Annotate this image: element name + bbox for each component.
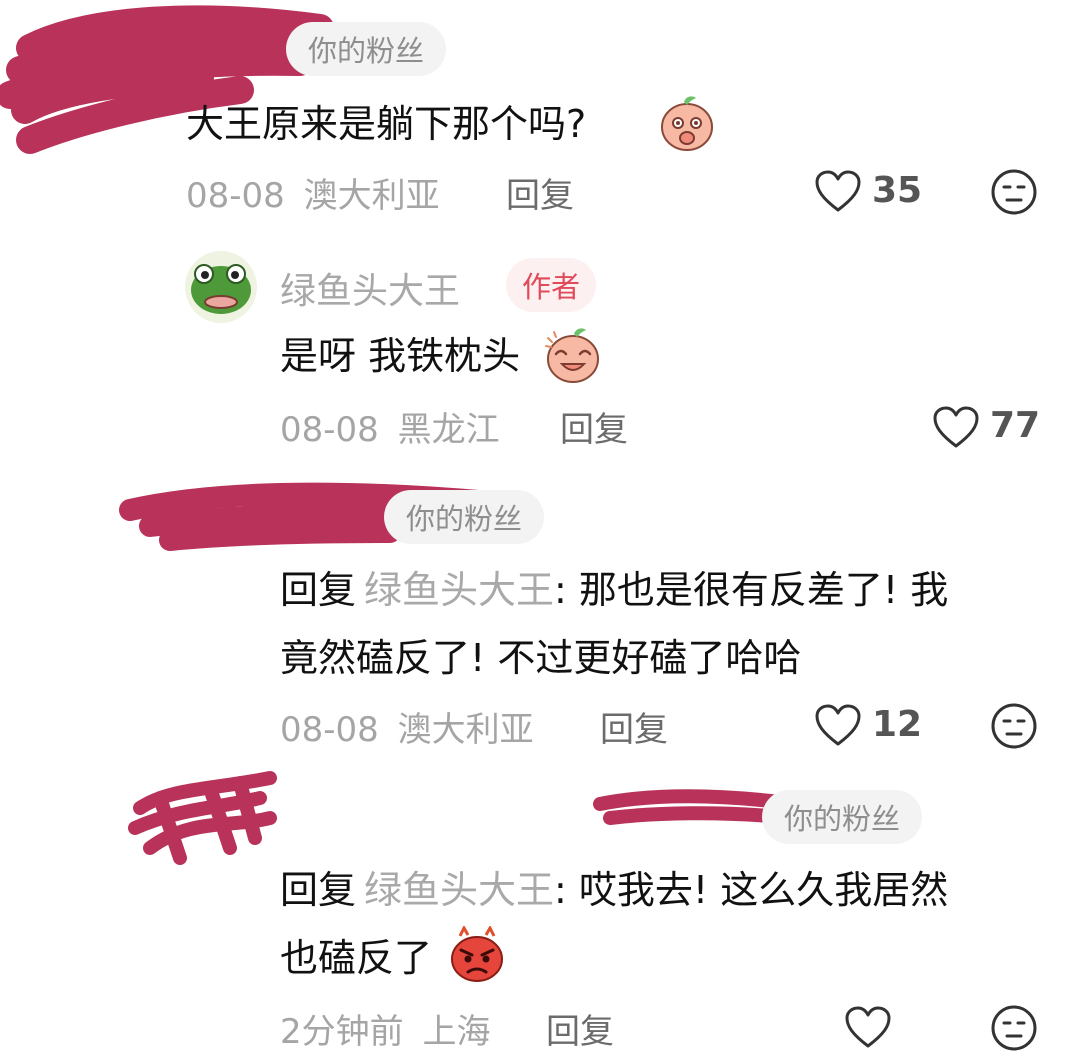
username[interactable]: 绿鱼头大王 [280, 262, 460, 314]
mention-username[interactable]: 绿鱼头大王 [364, 568, 554, 612]
reply-prefix: 回复 [280, 868, 357, 912]
comment-date: 08-08 [186, 176, 285, 216]
redacted-username-scribble [593, 789, 787, 825]
comment-meta: 2分钟前 上海 [280, 1004, 490, 1053]
comment-date: 08-08 [280, 710, 379, 750]
comment-date: 08-08 [280, 410, 379, 450]
peach-grin-emoji [545, 328, 599, 383]
reply-prefix: 回复 [280, 568, 357, 612]
comment-meta: 08-08 澳大利亚 [280, 702, 534, 751]
author-badge: 作者 [506, 258, 597, 312]
comment-location: 上海 [422, 1012, 491, 1052]
reply-button[interactable]: 回复 [506, 168, 574, 217]
redacted-avatar-scribble [128, 771, 277, 865]
fan-badge: 你的粉丝 [286, 22, 447, 76]
fan-badge: 你的粉丝 [384, 490, 545, 544]
heart-outline-icon[interactable] [814, 704, 862, 748]
comment-text: 大王原来是躺下那个吗? [186, 102, 587, 146]
like-count: 12 [872, 704, 923, 745]
comment-location: 澳大利亚 [303, 176, 440, 216]
neutral-face-icon[interactable] [990, 702, 1038, 750]
mention-username[interactable]: 绿鱼头大王 [364, 868, 554, 912]
like-count: 35 [872, 170, 923, 211]
comment-text-line1: : 哎我去! 这么久我居然 [554, 868, 949, 912]
neutral-face-icon[interactable] [990, 1004, 1038, 1052]
comment-text-line2: 竟然磕反了! 不过更好磕了哈哈 [280, 636, 802, 680]
neutral-face-icon[interactable] [990, 168, 1038, 216]
comment-text-line2: 也磕反了 [280, 936, 433, 980]
reply-button[interactable]: 回复 [560, 402, 628, 451]
comment-location: 澳大利亚 [397, 710, 534, 750]
avatar[interactable] [184, 250, 258, 324]
comment-meta: 08-08 澳大利亚 [186, 168, 440, 217]
comment-text: 是呀 我铁枕头 [280, 334, 521, 378]
like-count: 77 [990, 405, 1041, 446]
comment-text: 回复 绿鱼头大王: 哎我去! 这么久我居然 [280, 856, 948, 924]
heart-outline-icon[interactable] [844, 1006, 892, 1050]
heart-outline-icon[interactable] [814, 170, 862, 214]
angry-red-emoji [451, 926, 503, 982]
comment-location: 黑龙江 [397, 410, 500, 450]
comment-text: 回复 绿鱼头大王: 那也是很有反差了! 我 [280, 556, 948, 624]
heart-outline-icon[interactable] [932, 406, 980, 450]
comment-meta: 08-08 黑龙江 [280, 402, 500, 451]
reply-button[interactable]: 回复 [600, 702, 668, 751]
comment-text-line1: : 那也是很有反差了! 我 [554, 568, 949, 612]
peach-shy-emoji [661, 96, 713, 151]
fan-badge: 你的粉丝 [762, 790, 923, 844]
comment-date: 2分钟前 [280, 1012, 404, 1052]
reply-button[interactable]: 回复 [546, 1004, 614, 1053]
